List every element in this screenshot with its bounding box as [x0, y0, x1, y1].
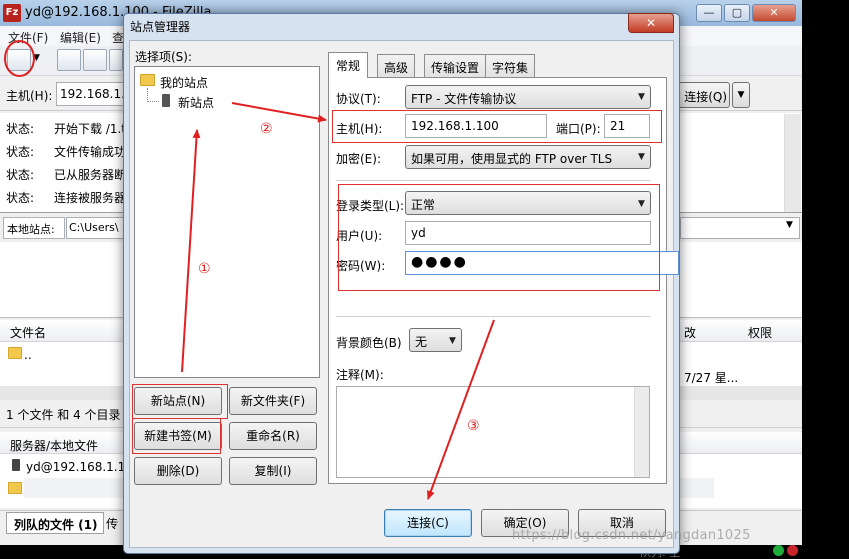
status-leds: [770, 545, 798, 559]
annotation-circle: [4, 40, 35, 77]
main-close-button[interactable]: ✕: [752, 4, 796, 22]
tree-item-my-sites[interactable]: 我的站点: [160, 74, 208, 91]
tab-advanced[interactable]: 高级: [377, 54, 416, 77]
remote-path-dropdown-icon[interactable]: ▼: [786, 220, 793, 230]
quickconnect-dropdown-icon[interactable]: ▼: [732, 82, 750, 108]
filezilla-logo-icon: Fz: [3, 4, 21, 22]
file-count-text: 1 个文件 和 4 个目录: [6, 408, 121, 422]
log-value: 文件传输成功: [54, 145, 124, 159]
log-value: 开始下载 /1.txt: [54, 122, 124, 136]
dialog-close-button[interactable]: ✕: [628, 13, 674, 33]
server-icon: [162, 94, 170, 107]
protocol-label: 协议(T):: [336, 92, 381, 106]
folder-icon: [140, 74, 155, 86]
annotation-highlight-login: [338, 184, 660, 291]
column-modified[interactable]: 改: [684, 324, 696, 341]
step-number-2: ②: [260, 121, 273, 137]
tab-charset[interactable]: 字符集: [485, 54, 536, 77]
menu-edit[interactable]: 编辑(E): [60, 29, 101, 46]
chevron-down-icon[interactable]: ▼: [449, 336, 456, 346]
rename-button[interactable]: 重命名(R): [229, 422, 317, 450]
site-tree[interactable]: [134, 66, 320, 378]
log-value: 连接被服务器关闭: [54, 191, 124, 205]
step-number-1: ①: [198, 261, 211, 277]
minimize-button[interactable]: —: [696, 4, 722, 22]
annotation-highlight-host: [332, 110, 662, 143]
red-led-icon: [787, 545, 798, 556]
connect-button[interactable]: 连接(C): [384, 509, 472, 537]
select-entry-label: 选择项(S):: [135, 50, 193, 64]
dialog-title: 站点管理器: [130, 20, 191, 34]
quick-host-label: 主机(H):: [6, 89, 53, 103]
queue-column-server[interactable]: 服务器/本地文件: [10, 437, 98, 454]
log-key: 状态:: [6, 168, 35, 182]
copy-button[interactable]: 复制(I): [229, 457, 317, 485]
divider: [336, 316, 650, 317]
annotation-highlight-bookmark: [132, 419, 221, 454]
delete-button[interactable]: 删除(D): [134, 457, 222, 485]
column-filename[interactable]: 文件名: [10, 324, 46, 341]
remote-path-input[interactable]: [680, 217, 800, 239]
comments-label: 注释(M):: [336, 368, 384, 382]
tree-item-new-site[interactable]: 新站点: [176, 93, 216, 112]
encryption-select[interactable]: 如果可用，使用显式的 FTP over TLS: [405, 145, 651, 169]
maximize-button[interactable]: ▢: [724, 4, 750, 22]
quickconnect-button[interactable]: 连接(Q): [676, 82, 730, 108]
tab-failed-transfers[interactable]: 传: [106, 515, 118, 532]
tab-general[interactable]: 常规: [328, 52, 369, 78]
server-icon: [12, 459, 20, 471]
log-value: 已从服务器断开: [54, 168, 124, 182]
folder-icon: [8, 347, 22, 359]
local-site-label: 本地站点:: [3, 217, 65, 239]
log-key: 状态:: [6, 145, 35, 159]
green-led-icon: [773, 545, 784, 556]
toggle-log-icon[interactable]: [57, 49, 81, 71]
log-key: 状态:: [6, 191, 35, 205]
tree-connector: [147, 88, 148, 102]
comments-scrollbar[interactable]: [634, 387, 649, 477]
local-path-input[interactable]: C:\Users\: [66, 217, 126, 239]
comments-textarea[interactable]: [336, 386, 650, 478]
protocol-select[interactable]: FTP - 文件传输协议: [405, 85, 651, 109]
list-item[interactable]: ..: [24, 348, 32, 362]
quick-host-input[interactable]: 192.168.1.100: [56, 82, 126, 106]
toggle-local-tree-icon[interactable]: [83, 49, 107, 71]
tree-connector: [147, 101, 159, 102]
watermark: https://blog.csdn.net/yangdan1025: [512, 528, 751, 543]
encryption-label: 加密(E):: [336, 152, 381, 166]
desktop-background: [802, 0, 849, 559]
chevron-down-icon[interactable]: ▼: [638, 152, 645, 162]
divider: [336, 180, 650, 181]
log-scrollbar[interactable]: [784, 114, 801, 212]
step-number-3: ③: [467, 418, 480, 434]
column-permissions[interactable]: 权限: [748, 324, 772, 341]
queue-item-server[interactable]: yd@192.168.1.100: [26, 460, 124, 474]
tab-queued-files[interactable]: 列队的文件 (1): [6, 512, 104, 534]
list-item-date: 7/27 星...: [684, 371, 739, 385]
background-color-label: 背景颜色(B): [336, 336, 402, 350]
tab-transfer-settings[interactable]: 传输设置: [424, 54, 487, 77]
chevron-down-icon[interactable]: ▼: [638, 92, 645, 102]
new-folder-button[interactable]: 新文件夹(F): [229, 387, 317, 415]
log-key: 状态:: [6, 122, 35, 136]
annotation-highlight-new-site: [132, 384, 228, 419]
folder-icon: [8, 482, 22, 494]
toggle-remote-tree-icon[interactable]: [109, 49, 123, 71]
